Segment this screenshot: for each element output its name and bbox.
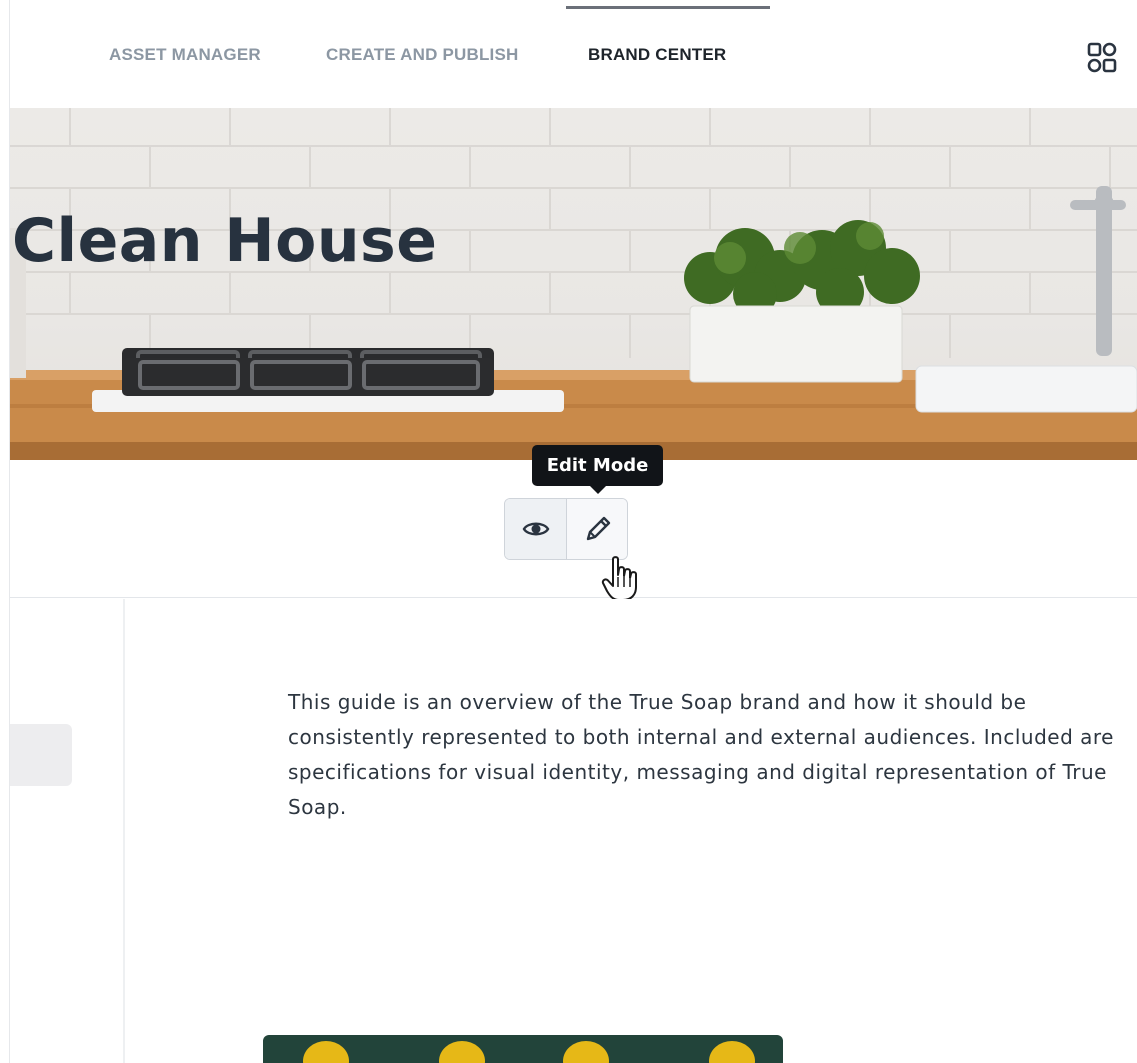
pencil-icon (586, 516, 611, 541)
view-mode-button[interactable] (505, 499, 567, 559)
brand-guide-intro: This guide is an overview of the True So… (288, 690, 1114, 819)
tab-asset-manager[interactable]: ASSET MANAGER (109, 45, 261, 65)
active-tab-indicator (566, 6, 770, 9)
lemon-shape (303, 1041, 349, 1063)
mode-toggle-row: Edit Mode (10, 445, 1137, 601)
hero-banner: Clean House (10, 108, 1137, 460)
tab-brand-center[interactable]: BRAND CENTER (588, 45, 726, 65)
left-edge-border (0, 0, 10, 1063)
brand-guide-content: This guide is an overview of the True So… (10, 599, 1137, 1063)
edit-mode-tooltip: Edit Mode (532, 445, 663, 494)
top-navigation: ASSET MANAGER CREATE AND PUBLISH BRAND C… (10, 0, 1137, 108)
lemons-image-preview (263, 1035, 783, 1063)
tab-create-and-publish[interactable]: CREATE AND PUBLISH (326, 45, 519, 65)
eye-icon (522, 522, 549, 536)
kitchen-hero-image (10, 108, 1137, 460)
side-nav-item[interactable] (10, 724, 72, 786)
hero-title: Clean House (12, 206, 438, 276)
lemon-shape (709, 1041, 755, 1063)
lemon-shape (563, 1041, 609, 1063)
lemon-shape (439, 1041, 485, 1063)
hand-cursor-icon (601, 556, 637, 601)
side-panel (10, 599, 125, 1063)
edit-mode-button[interactable] (567, 499, 627, 559)
view-edit-toggle (504, 498, 628, 560)
apps-grid-icon[interactable] (1087, 42, 1117, 74)
